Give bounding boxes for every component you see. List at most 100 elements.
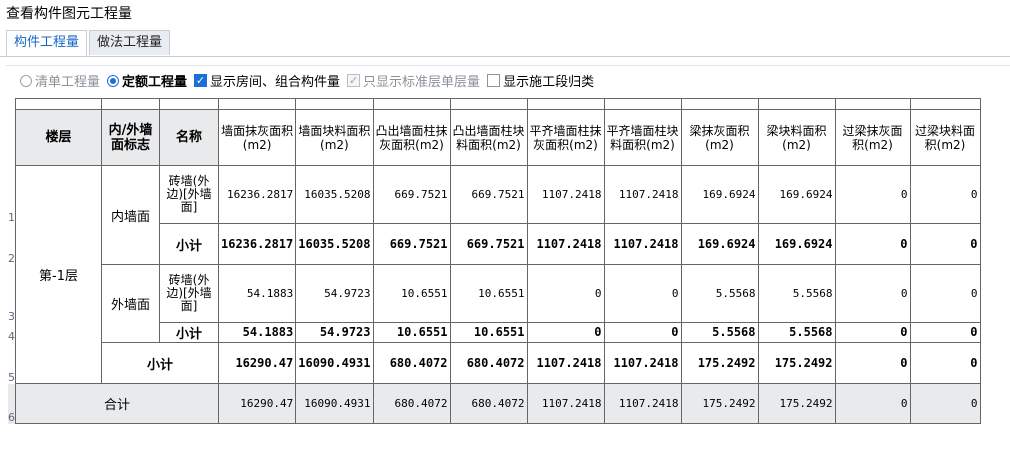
value-cell[interactable]: 0 (526, 322, 605, 343)
grand-total-label-cell[interactable]: 合计 (15, 383, 219, 424)
checkbox-checked-icon[interactable]: ✓ (194, 74, 208, 87)
value-cell[interactable]: 680.4072 (449, 342, 528, 384)
checkbox-standard-floor[interactable]: ✓ 只显示标准层单层量 (347, 71, 480, 90)
value-cell[interactable]: 680.4072 (372, 342, 451, 384)
table-row[interactable]: 5 小计 16290.47 16090.4931 680.4072 680.40… (8, 342, 981, 384)
value-cell[interactable]: 10.6551 (449, 322, 528, 343)
outer-wall-cell[interactable]: 外墙面 (101, 264, 160, 343)
value-cell[interactable]: 0 (909, 264, 981, 323)
table-row[interactable]: 3 外墙面 砖墙(外边)[外墙面] 54.1883 54.9723 10.655… (8, 264, 981, 343)
value-cell[interactable]: 0 (603, 322, 682, 343)
value-cell[interactable]: 0 (909, 223, 981, 265)
tab-component-quantity[interactable]: 构件工程量 (6, 30, 88, 57)
header-col-2[interactable]: 墙面块料面积(m2) (295, 109, 374, 166)
checkbox-show-section[interactable]: 显示施工段归类 (487, 71, 594, 90)
checkbox-show-rooms[interactable]: ✓ 显示房间、组合构件量 (194, 71, 340, 90)
header-side[interactable]: 内/外墙面标志 (101, 109, 160, 166)
header-col-9[interactable]: 过梁抹灰面积(m2) (834, 109, 911, 166)
value-cell[interactable]: 0 (834, 223, 911, 265)
value-cell[interactable]: 0 (909, 383, 981, 424)
value-cell[interactable]: 54.1883 (217, 264, 297, 323)
value-cell[interactable]: 669.7521 (372, 223, 451, 265)
header-floor[interactable]: 楼层 (15, 109, 102, 166)
value-cell[interactable]: 16290.47 (217, 383, 297, 424)
component-name-cell[interactable]: 砖墙(外边)[外墙面] (159, 165, 219, 224)
row-number: 2 (8, 223, 16, 265)
value-cell[interactable]: 0 (834, 383, 911, 424)
value-cell[interactable]: 1107.2418 (603, 342, 682, 384)
value-cell[interactable]: 5.5568 (680, 264, 759, 323)
subtotal-label-cell[interactable]: 小计 (159, 223, 219, 265)
checkbox-unchecked-icon[interactable] (487, 74, 501, 87)
value-cell[interactable]: 169.6924 (680, 165, 759, 224)
value-cell[interactable]: 169.6924 (757, 165, 836, 224)
value-cell[interactable]: 1107.2418 (526, 383, 605, 424)
value-cell[interactable]: 1107.2418 (526, 165, 605, 224)
table-row-total[interactable]: 6 合计 16290.47 16090.4931 680.4072 680.40… (8, 383, 981, 424)
value-cell[interactable]: 0 (834, 322, 911, 343)
header-col-5[interactable]: 平齐墙面柱抹灰面积(m2) (526, 109, 605, 166)
value-cell[interactable]: 16090.4931 (295, 342, 374, 384)
header-name[interactable]: 名称 (159, 109, 219, 166)
value-cell[interactable]: 669.7521 (449, 223, 528, 265)
value-cell[interactable]: 0 (909, 342, 981, 384)
value-cell[interactable]: 0 (526, 264, 605, 323)
value-cell[interactable]: 0 (909, 165, 981, 224)
radio-list-quantity[interactable]: 清单工程量 (20, 71, 100, 90)
radio-quota-quantity[interactable]: 定额工程量 (107, 71, 187, 90)
value-cell[interactable]: 0 (909, 322, 981, 343)
tab-method-quantity[interactable]: 做法工程量 (89, 30, 171, 55)
value-cell[interactable]: 16236.2817 (217, 165, 297, 224)
value-cell[interactable]: 1107.2418 (526, 223, 605, 265)
value-cell[interactable]: 175.2492 (757, 342, 836, 384)
value-cell[interactable]: 169.6924 (757, 223, 836, 265)
value-cell[interactable]: 16236.2817 (217, 223, 297, 265)
header-col-10[interactable]: 过梁块料面积(m2) (909, 109, 981, 166)
radio-selected-icon[interactable] (107, 74, 120, 87)
value-cell[interactable]: 169.6924 (680, 223, 759, 265)
value-cell[interactable]: 0 (834, 342, 911, 384)
value-cell[interactable]: 0 (834, 264, 911, 323)
component-name-cell[interactable]: 砖墙(外边)[外墙面] (159, 264, 219, 323)
value-cell[interactable]: 5.5568 (757, 322, 836, 343)
value-cell[interactable]: 16035.5208 (295, 223, 374, 265)
value-cell[interactable]: 175.2492 (680, 342, 759, 384)
value-cell[interactable]: 10.6551 (449, 264, 528, 323)
checkbox-disabled-checked-icon[interactable]: ✓ (347, 74, 361, 87)
table-row[interactable]: 1 第-1层 内墙面 砖墙(外边)[外墙面] 16236.2817 16035.… (8, 165, 981, 384)
value-cell[interactable]: 175.2492 (680, 383, 759, 424)
value-cell[interactable]: 0 (603, 264, 682, 323)
header-col-7[interactable]: 梁抹灰面积(m2) (680, 109, 759, 166)
value-cell[interactable]: 16035.5208 (295, 165, 374, 224)
header-col-6[interactable]: 平齐墙面柱块料面积(m2) (603, 109, 682, 166)
floor-subtotal-label-cell[interactable]: 小计 (101, 342, 219, 384)
header-col-3[interactable]: 凸出墙面柱抹灰面积(m2) (372, 109, 451, 166)
value-cell[interactable]: 5.5568 (680, 322, 759, 343)
header-col-8[interactable]: 梁块料面积(m2) (757, 109, 836, 166)
value-cell[interactable]: 54.1883 (217, 322, 297, 343)
value-cell[interactable]: 10.6551 (372, 264, 451, 323)
value-cell[interactable]: 669.7521 (449, 165, 528, 224)
subtotal-label-cell[interactable]: 小计 (159, 322, 219, 343)
value-cell[interactable]: 680.4072 (372, 383, 451, 424)
inner-wall-cell[interactable]: 内墙面 (101, 165, 160, 265)
value-cell[interactable]: 669.7521 (372, 165, 451, 224)
value-cell[interactable]: 1107.2418 (526, 342, 605, 384)
value-cell[interactable]: 0 (834, 165, 911, 224)
header-col-1[interactable]: 墙面抹灰面积(m2) (217, 109, 297, 166)
value-cell[interactable]: 1107.2418 (603, 165, 682, 224)
value-cell[interactable]: 54.9723 (295, 322, 374, 343)
floor-cell[interactable]: 第-1层 (15, 165, 102, 384)
value-cell[interactable]: 16290.47 (217, 342, 297, 384)
value-cell[interactable]: 1107.2418 (603, 223, 682, 265)
header-col-4[interactable]: 凸出墙面柱块料面积(m2) (449, 109, 528, 166)
value-cell[interactable]: 680.4072 (449, 383, 528, 424)
value-cell[interactable]: 16090.4931 (295, 383, 374, 424)
value-cell[interactable]: 5.5568 (757, 264, 836, 323)
radio-unselected-icon[interactable] (20, 74, 32, 87)
value-cell[interactable]: 175.2492 (757, 383, 836, 424)
table-header-row: 楼层 内/外墙面标志 名称 墙面抹灰面积(m2) 墙面块料面积(m2) 凸出墙面… (8, 109, 981, 166)
value-cell[interactable]: 10.6551 (372, 322, 451, 343)
value-cell[interactable]: 54.9723 (295, 264, 374, 323)
value-cell[interactable]: 1107.2418 (603, 383, 682, 424)
